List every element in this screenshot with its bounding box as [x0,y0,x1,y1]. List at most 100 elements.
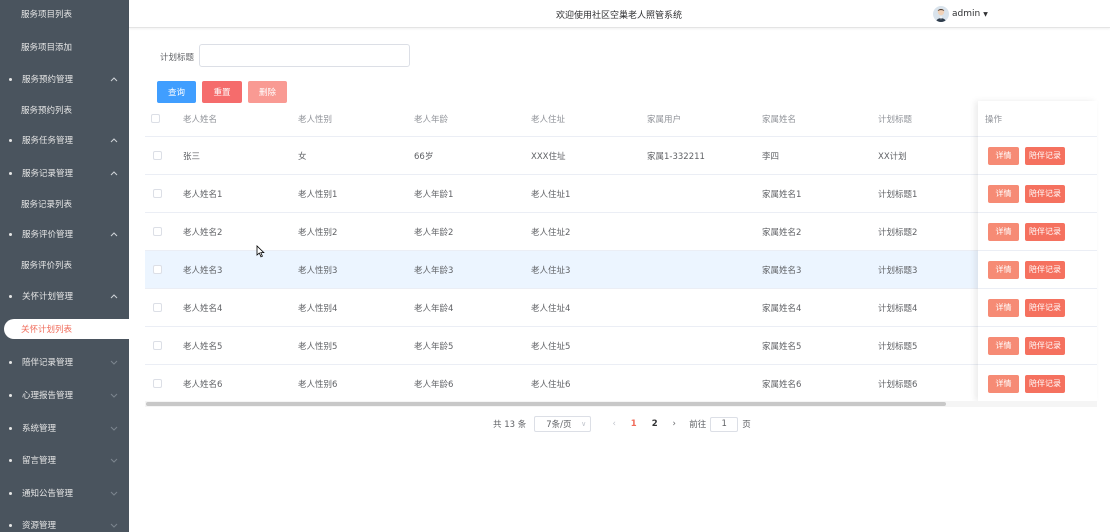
detail-button[interactable]: 详情 [988,260,1019,279]
bullet-icon [9,232,12,236]
sidebar-item-10[interactable]: 关怀计划列表 [4,319,129,339]
table-cell: 家属姓名3 [762,265,802,276]
chevron-down-icon [109,357,119,367]
detail-button[interactable]: 详情 [988,298,1019,317]
companion-record-button[interactable]: 陪伴记录 [1025,146,1065,165]
bullet-icon [9,294,12,298]
chevron-up-icon [109,291,119,301]
row-checkbox[interactable] [153,151,162,160]
horizontal-scrollbar[interactable] [145,401,1097,407]
chevron-down-icon [109,423,119,433]
row-checkbox[interactable] [153,265,162,274]
column-header: 操作 [985,114,1003,125]
sidebar-item-1[interactable]: 服务项目添加 [0,31,129,63]
chevron-down-icon [109,390,119,400]
row-checkbox[interactable] [153,189,162,198]
sidebar-item-6[interactable]: 服务记录列表 [0,188,129,220]
table-cell: 66岁 [414,151,434,162]
sidebar-item-11[interactable]: 陪伴记录管理 [0,346,129,378]
page-1-button[interactable]: 1 [623,419,644,429]
data-table: 老人姓名 老人性别 老人年龄 老人住址 家属用户 家属姓名 计划标题 张三女 66岁 XXX住址家… [145,101,1097,403]
table-cell: 老人性别3 [298,265,338,276]
mouse-cursor-icon [256,245,265,258]
table-cell: 家属姓名5 [762,341,802,352]
sidebar-item-2[interactable]: 服务预约管理 [0,63,129,95]
page-suffix: 页 [742,420,751,430]
select-all-checkbox[interactable] [151,114,160,123]
prev-page-button[interactable]: ‹ [605,419,623,429]
sidebar-item-7[interactable]: 服务评价管理 [0,218,129,250]
table-row[interactable]: 老人姓名1 老人性别1 老人年龄1 老人住址1 家属姓名1 计划标题1 [145,175,1097,213]
table-row[interactable]: 老人姓名6 老人性别6 老人年龄6 老人住址6 家属姓名6 计划标题6 [145,365,1097,403]
row-checkbox[interactable] [153,303,162,312]
page-2-button[interactable]: 2 [644,419,665,429]
search-label: 计划标题 [160,53,195,63]
page-title: 欢迎使用社区空巢老人照管系统 [556,11,683,21]
sidebar-item-3[interactable]: 服务预约列表 [0,94,129,126]
sidebar-item-16[interactable]: 资源管理 [0,509,129,532]
table-cell: 计划标题3 [878,265,918,276]
sidebar-item-label: 服务项目列表 [21,10,73,20]
sidebar-item-14[interactable]: 留言管理 [0,444,129,476]
table-row[interactable]: 老人姓名2 老人性别2 老人年龄2 老人住址2 家属姓名2 计划标题2 [145,213,1097,251]
goto-page-input[interactable]: 1 [710,416,739,432]
scrollbar-thumb[interactable] [146,402,946,406]
companion-record-button[interactable]: 陪伴记录 [1025,184,1065,203]
row-checkbox[interactable] [153,341,162,350]
bullet-icon [9,171,12,175]
companion-record-button[interactable]: 陪伴记录 [1025,222,1065,241]
operations-cell: 详情 陪伴记录 [988,251,1065,288]
pagination: 共 13 条 7条/页 ∨ ‹ 1 2 › 前往 1 页 [493,416,751,432]
operations-cell: 详情 陪伴记录 [988,327,1065,364]
sidebar-item-4[interactable]: 服务任务管理 [0,124,129,156]
table-cell: XXX住址 [531,151,566,162]
table-row[interactable]: 老人姓名4 老人性别4 老人年龄4 老人住址4 家属姓名4 计划标题4 [145,289,1097,327]
column-header: 老人姓名 [183,114,218,125]
reset-button[interactable]: 重置 [202,81,242,103]
next-page-button[interactable]: › [665,419,683,429]
sidebar-item-label: 服务评价管理 [22,230,74,240]
row-checkbox[interactable] [153,379,162,388]
sidebar-item-15[interactable]: 通知公告管理 [0,477,129,509]
sidebar-item-13[interactable]: 系统管理 [0,412,129,444]
detail-button[interactable]: 详情 [988,184,1019,203]
sidebar-item-label: 留言管理 [22,456,57,466]
companion-record-button[interactable]: 陪伴记录 [1025,260,1065,279]
companion-record-button[interactable]: 陪伴记录 [1025,336,1065,355]
detail-button[interactable]: 详情 [988,374,1019,393]
sidebar-item-0[interactable]: 服务项目列表 [0,0,129,30]
detail-button[interactable]: 详情 [988,336,1019,355]
operations-cell: 详情 陪伴记录 [988,365,1065,402]
companion-record-button[interactable]: 陪伴记录 [1025,298,1065,317]
sidebar-item-label: 关怀计划列表 [21,325,73,335]
table-cell: 张三 [183,151,201,162]
page-size-select[interactable]: 7条/页 ∨ [534,416,592,432]
sidebar-item-8[interactable]: 服务评价列表 [0,249,129,281]
companion-record-button[interactable]: 陪伴记录 [1025,374,1065,393]
table-cell: 老人性别6 [298,379,338,390]
table-row[interactable]: 老人姓名3 老人性别3 老人年龄3 老人住址3 家属姓名3 计划标题3 [145,251,1097,289]
table-cell: 老人姓名1 [183,189,223,200]
user-menu[interactable]: admin ▼ [933,6,988,22]
table-row[interactable]: 老人姓名5 老人性别5 老人年龄5 老人住址5 家属姓名5 计划标题5 [145,327,1097,365]
sidebar-item-12[interactable]: 心理报告管理 [0,379,129,411]
plan-title-input[interactable] [199,44,410,67]
column-header: 老人性别 [298,114,333,125]
chevron-up-icon [109,168,119,178]
sidebar-item-label: 关怀计划管理 [22,292,74,302]
sidebar-item-5[interactable]: 服务记录管理 [0,157,129,189]
delete-button[interactable]: 删除 [248,81,287,103]
detail-button[interactable]: 详情 [988,146,1019,165]
query-button[interactable]: 查询 [157,81,196,103]
table-row[interactable]: 张三 女 66岁 XXX住址 家属1-332211 李四 XX计划 [145,137,1097,175]
column-header: 老人住址 [531,114,566,125]
table-cell: 老人姓名5 [183,341,223,352]
table-cell: 老人年龄3 [414,265,454,276]
table-cell: 老人姓名3 [183,265,223,276]
sidebar-item-label: 服务预约管理 [22,75,74,85]
sidebar-item-label: 服务任务管理 [22,136,74,146]
row-checkbox[interactable] [153,227,162,236]
sidebar-item-9[interactable]: 关怀计划管理 [0,280,129,312]
detail-button[interactable]: 详情 [988,222,1019,241]
column-header: 家属姓名 [762,114,797,125]
